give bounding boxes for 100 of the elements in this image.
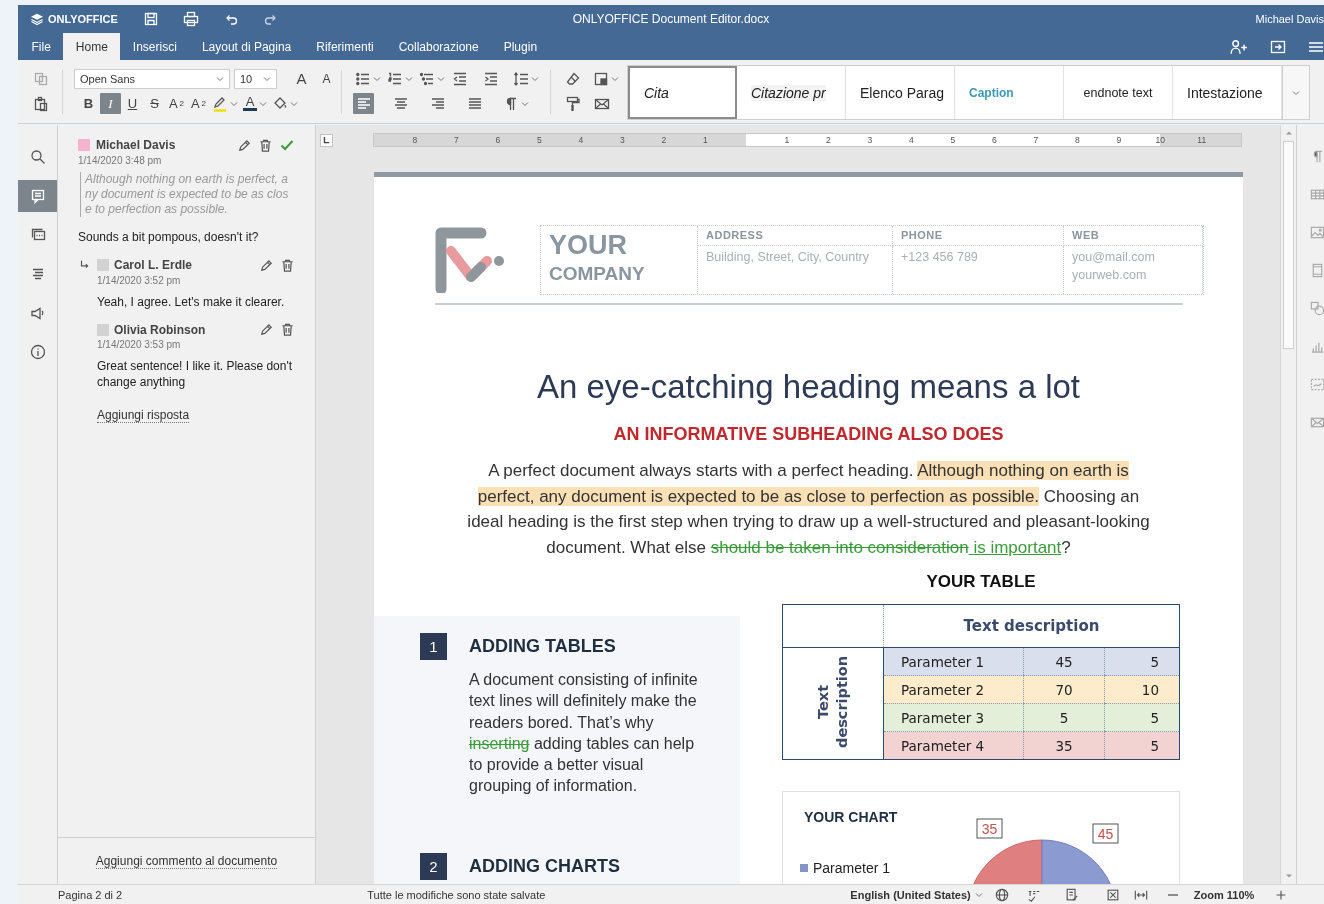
reply-text: Yeah, I agree. Let's make it clearer. <box>96 294 286 310</box>
font-size-field[interactable]: 10 <box>234 68 277 89</box>
ruler-number: 1 <box>783 134 791 146</box>
table-cell: Parameter 2 <box>883 675 1024 704</box>
menu-tab[interactable]: Layout di Pagina <box>189 33 304 60</box>
shapes-icon <box>1310 301 1324 316</box>
format-button[interactable]: A$^{2}$ <box>166 93 187 114</box>
table-cell: 5 <box>1104 703 1180 732</box>
delete-comment-button[interactable] <box>280 257 295 273</box>
caret-icon <box>259 99 267 108</box>
document-language-button[interactable] <box>994 887 1009 902</box>
edit-comment-button[interactable] <box>259 257 274 273</box>
section-number: 2 <box>420 852 447 880</box>
page-count: Pagina 2 di 2 <box>58 888 123 901</box>
body-paragraph: A perfect document always starts with a perfect heading. Although nothing on earth is perfect, any document is expected to be as close to perfection as possible. Choosing an ideal heading is the first step when trying to draw up a well-structured and pleasant-looking document. What else should be taken into consideration is important? <box>466 460 1151 559</box>
trash-icon <box>280 257 295 273</box>
grow-font-button[interactable]: A <box>291 68 312 89</box>
section-title: ADDING TABLES <box>469 635 617 657</box>
eraser-icon <box>564 70 581 87</box>
bullet-list-icon <box>355 70 371 87</box>
table-cell: Parameter 3 <box>883 703 1024 732</box>
multilevel-list-icon <box>419 70 435 87</box>
ruler[interactable]: 8 7 6 5 4 3 2 1 1 2 3 4 5 6 7 8 9 10 11 <box>373 133 1242 147</box>
edit-comment-button[interactable] <box>237 137 252 153</box>
caret-icon <box>216 74 224 83</box>
print-icon <box>182 11 199 27</box>
ruler-number: 3 <box>866 134 874 146</box>
align-left-icon <box>355 95 372 112</box>
comment-date: 1/14/2020 3:52 pm <box>96 274 182 286</box>
numbered-list-icon <box>387 70 403 87</box>
style-preset[interactable]: Cita <box>628 66 737 119</box>
menu-tab[interactable]: Home <box>63 33 121 60</box>
edit-comment-button[interactable] <box>259 322 274 337</box>
align-button[interactable] <box>353 93 374 114</box>
format-button[interactable]: S <box>144 93 165 114</box>
format-button[interactable]: I <box>100 93 121 114</box>
menu-tab[interactable]: Collaborazione <box>386 33 492 60</box>
tab-stop-button[interactable] <box>320 133 333 147</box>
caret-icon <box>974 890 983 899</box>
contact-heading: WEB <box>1064 226 1203 246</box>
menu-tab[interactable]: Plugin <box>491 33 550 60</box>
chart-title: YOUR CHART <box>804 809 898 825</box>
ruler-number: 11 <box>1196 134 1208 146</box>
ruler-number: 3 <box>618 134 626 146</box>
color-scheme-icon <box>593 70 609 87</box>
ruler-number: 2 <box>824 134 832 146</box>
menu-tab[interactable]: Riferimenti <box>303 33 387 60</box>
contact-heading: ADDRESS <box>698 226 893 246</box>
shrink-font-button[interactable]: A <box>316 68 337 89</box>
comment-author: Carol L. Erdle <box>114 258 194 272</box>
table-cell: 45 <box>1023 647 1105 676</box>
ruler-number: 6 <box>494 134 502 146</box>
delete-comment-button[interactable] <box>280 322 295 337</box>
caret-icon <box>290 99 298 108</box>
share-button[interactable] <box>1230 37 1248 56</box>
fit-page-icon <box>1105 887 1120 902</box>
ruler-number: 7 <box>1032 134 1040 146</box>
comment-date: 1/14/2020 3:48 pm <box>78 155 163 166</box>
caret-icon <box>373 74 381 83</box>
line-spacing-icon <box>513 70 529 87</box>
comments-tab[interactable] <box>18 180 57 212</box>
align-justify-icon <box>466 95 483 112</box>
ruler-number: 8 <box>411 134 419 146</box>
save-status: Tutte le modifiche sono state salvate <box>367 888 546 901</box>
fit-page-button[interactable] <box>1105 887 1120 902</box>
table-cell: Parameter 1 <box>883 647 1024 676</box>
caret-icon <box>263 74 271 83</box>
menu-tab[interactable]: File <box>19 33 64 60</box>
format-button[interactable]: B <box>78 93 99 114</box>
scrollbar-thumb[interactable] <box>1283 141 1294 349</box>
text-frame-icon <box>1310 377 1324 392</box>
add-comment-link[interactable]: Aggiungi commento al documento <box>95 853 278 869</box>
section-text: A document consisting of infinite text lines will definitely make the readers bored. That’s why inserting adding tables can help to provide a better visual grouping of information. <box>469 670 699 797</box>
quoted-text: Although nothing on earth is perfect, any document is expected to be as close to perfection as possible. <box>80 172 293 217</box>
document-subheading: AN INFORMATIVE SUBHEADING ALSO DOES <box>612 424 1005 444</box>
save-icon <box>142 11 159 27</box>
image-icon <box>1310 225 1324 240</box>
language-selector[interactable]: English (United States) <box>850 888 983 901</box>
user-name: Michael Davis <box>1255 13 1324 25</box>
table-cell: 70 <box>1023 675 1105 704</box>
increase-indent-icon <box>482 70 499 87</box>
open-location-icon <box>1270 38 1286 55</box>
open-location-button[interactable] <box>1270 38 1286 55</box>
table-cell: 35 <box>1023 731 1105 760</box>
caret-icon <box>1292 88 1300 97</box>
caret-icon <box>437 74 445 83</box>
ruler-number: 5 <box>535 134 543 146</box>
table-cell: Parameter 4 <box>883 731 1024 760</box>
track-changes-button[interactable] <box>1064 887 1079 902</box>
trash-icon <box>280 322 295 337</box>
add-reply-link[interactable]: Aggiungi risposta <box>97 408 190 423</box>
minus-icon <box>1167 893 1178 896</box>
font-color-button[interactable]: A <box>241 93 269 114</box>
section-number: 1 <box>420 633 447 660</box>
menu-tab[interactable]: Inserisci <box>120 33 190 60</box>
font-name-field[interactable]: Open Sans <box>74 68 230 89</box>
data-label: 35 <box>976 818 1003 839</box>
align-center-icon <box>392 95 409 112</box>
delete-comment-button[interactable] <box>258 137 273 153</box>
format-button[interactable]: U <box>122 93 143 114</box>
